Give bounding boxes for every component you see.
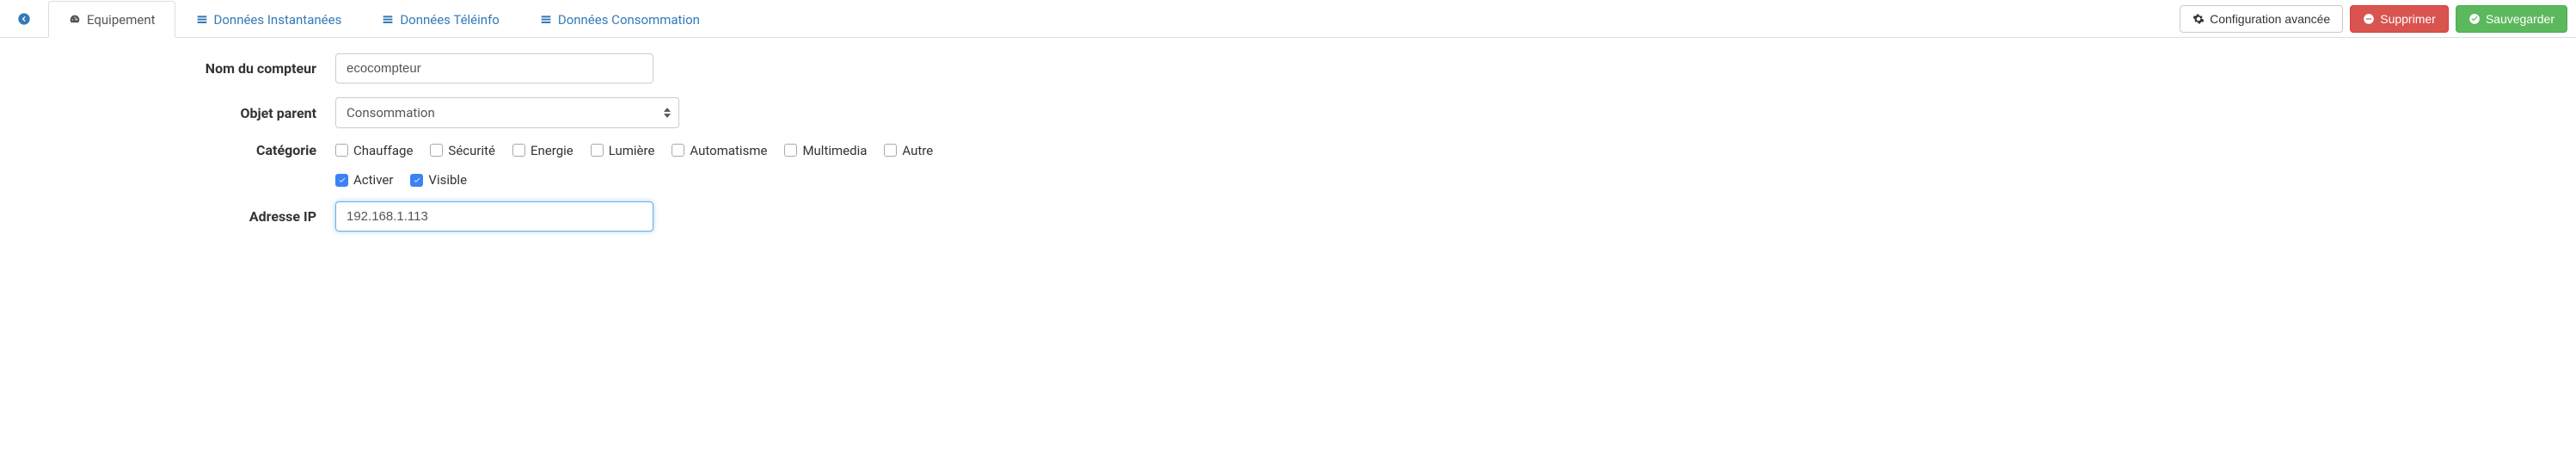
form: Nom du compteur Objet parent Consommatio… (0, 38, 2576, 263)
visible-checkbox[interactable]: Visible (410, 172, 467, 188)
ip-input[interactable] (335, 201, 653, 232)
minus-circle-icon (2363, 13, 2375, 25)
gear-icon (2193, 13, 2205, 25)
category-security[interactable]: Sécurité (430, 143, 495, 158)
checkbox-icon (784, 144, 797, 157)
category-energy[interactable]: Energie (512, 143, 573, 158)
advanced-config-label: Configuration avancée (2210, 12, 2330, 26)
category-multimedia-label: Multimedia (802, 143, 867, 158)
arrow-left-icon (17, 12, 31, 26)
category-security-label: Sécurité (448, 143, 495, 158)
name-label: Nom du compteur (9, 60, 335, 77)
tab-teleinfo-label: Données Téléinfo (400, 12, 500, 28)
tab-equipment[interactable]: Equipement (48, 1, 175, 38)
checkbox-icon (591, 144, 604, 157)
checkbox-icon (430, 144, 443, 157)
tab-teleinfo-data[interactable]: Données Téléinfo (361, 1, 519, 38)
dashboard-icon (68, 13, 82, 27)
checkbox-icon (884, 144, 897, 157)
category-heating[interactable]: Chauffage (335, 143, 413, 158)
category-other[interactable]: Autre (884, 143, 933, 158)
category-other-label: Autre (902, 143, 933, 158)
category-energy-label: Energie (531, 143, 573, 158)
activate-checkbox[interactable]: Activer (335, 172, 393, 188)
delete-button[interactable]: Supprimer (2350, 5, 2449, 33)
category-automation-label: Automatisme (690, 143, 767, 158)
activate-label: Activer (353, 172, 393, 188)
checkbox-icon (512, 144, 525, 157)
name-input[interactable] (335, 53, 653, 83)
list-icon (381, 13, 395, 27)
list-icon (539, 13, 553, 27)
visible-label: Visible (428, 172, 467, 188)
tab-consumption-data[interactable]: Données Consommation (519, 1, 720, 38)
action-buttons: Configuration avancée Supprimer Sauvegar… (2171, 0, 2576, 37)
category-automation[interactable]: Automatisme (672, 143, 767, 158)
tab-equipment-label: Equipement (87, 12, 156, 28)
ip-label: Adresse IP (9, 208, 335, 225)
back-button[interactable] (0, 0, 48, 37)
category-multimedia[interactable]: Multimedia (784, 143, 867, 158)
parent-label: Objet parent (9, 105, 335, 121)
tab-consumption-label: Données Consommation (558, 12, 700, 28)
list-icon (195, 13, 209, 27)
category-label: Catégorie (9, 142, 335, 158)
tab-instant-label: Données Instantanées (214, 12, 342, 28)
checkbox-checked-icon (410, 174, 423, 187)
save-label: Sauvegarder (2486, 12, 2555, 26)
status-checkboxes: Activer Visible (335, 172, 467, 188)
parent-select[interactable]: Consommation (335, 97, 679, 128)
save-button[interactable]: Sauvegarder (2456, 5, 2567, 33)
tab-instant-data[interactable]: Données Instantanées (175, 1, 362, 38)
check-circle-icon (2469, 13, 2481, 25)
tabs: Equipement Données Instantanées Données … (48, 0, 2171, 37)
checkbox-checked-icon (335, 174, 348, 187)
category-checkboxes: Chauffage Sécurité Energie Lumière Autom… (335, 143, 933, 158)
category-light-label: Lumière (609, 143, 655, 158)
checkbox-icon (335, 144, 348, 157)
advanced-config-button[interactable]: Configuration avancée (2180, 5, 2343, 33)
category-light[interactable]: Lumière (591, 143, 655, 158)
delete-label: Supprimer (2380, 12, 2436, 26)
checkbox-icon (672, 144, 684, 157)
category-heating-label: Chauffage (353, 143, 413, 158)
